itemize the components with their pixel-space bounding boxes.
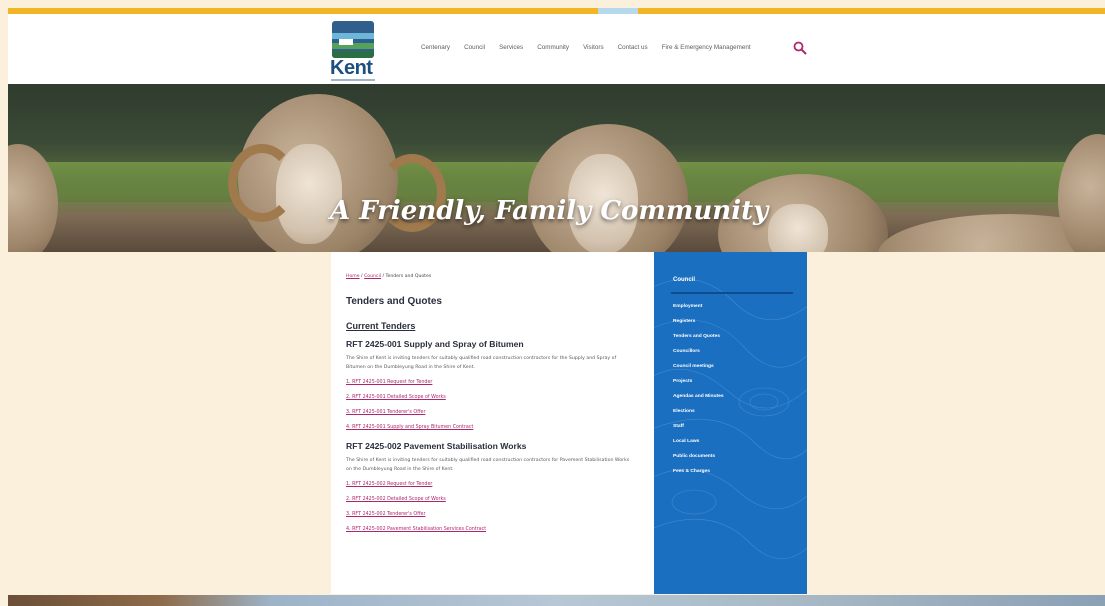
page-title: Tenders and Quotes — [346, 296, 442, 307]
sidebar-item-staff[interactable]: Staff — [673, 424, 684, 429]
breadcrumb-current: Tenders and Quotes — [385, 274, 432, 279]
tender-title-001: RFT 2425-001 Supply and Spray of Bitumen — [346, 339, 524, 349]
logo-wordmark: Kent — [330, 57, 373, 79]
nav-item-community[interactable]: Community — [537, 44, 569, 51]
tender-description-002: The Shire of Kent is inviting tenders fo… — [346, 458, 630, 472]
shire-of-kent-logo[interactable]: Kent — [330, 21, 390, 81]
tender-002-link-offer[interactable]: 3. RFT 2425-002 Tenderer's Offer — [346, 512, 425, 517]
hero-tagline: A Friendly, Family Community — [330, 196, 769, 226]
sidebar-item-registers[interactable]: Registers — [673, 319, 695, 324]
main-content: Home / Council / Tenders and Quotes Tend… — [331, 252, 654, 594]
breadcrumb-home[interactable]: Home — [346, 274, 360, 279]
sidebar-item-council-meetings[interactable]: Council meetings — [673, 364, 714, 369]
sheep-far-right — [1058, 134, 1105, 252]
sidebar-item-agendas-and-minutes[interactable]: Agendas and Minutes — [673, 394, 724, 399]
nav-item-fire-emergency[interactable]: Fire & Emergency Management — [662, 44, 751, 51]
footer-image-strip — [8, 595, 1105, 606]
sidebar-item-elections[interactable]: Elections — [673, 409, 695, 414]
hero-banner: A Friendly, Family Community — [8, 84, 1105, 252]
tender-002-link-scope[interactable]: 2. RFT 2425-002 Detailed Scope of Works — [346, 497, 446, 502]
sidebar-item-tenders-and-quotes[interactable]: Tenders and Quotes — [673, 334, 720, 339]
logo-house-icon — [339, 39, 353, 45]
breadcrumb: Home / Council / Tenders and Quotes — [346, 274, 431, 279]
sidebar-divider — [671, 292, 793, 294]
sidebar-item-councillors[interactable]: Councillors — [673, 349, 700, 354]
logo-emblem — [332, 21, 374, 58]
nav-item-council[interactable]: Council — [464, 44, 485, 51]
sidebar-heading: Council — [673, 277, 695, 283]
breadcrumb-separator: / — [382, 274, 385, 279]
logo-underline — [331, 79, 375, 81]
tender-001-link-offer[interactable]: 3. RFT 2425-001 Tenderer's Offer — [346, 410, 425, 415]
search-icon[interactable] — [793, 41, 807, 55]
tender-001-link-scope[interactable]: 2. RFT 2425-001 Detailed Scope of Works — [346, 395, 446, 400]
sidebar-item-projects[interactable]: Projects — [673, 379, 692, 384]
sidebar-item-public-documents[interactable]: Public documents — [673, 454, 715, 459]
sheep-1-horn — [228, 144, 296, 222]
site-header: Kent Centenary Council Services Communit… — [8, 14, 1105, 84]
sidebar-item-local-laws[interactable]: Local Laws — [673, 439, 699, 444]
nav-item-services[interactable]: Services — [499, 44, 523, 51]
sidebar-item-fees-and-charges[interactable]: Fees & Charges — [673, 469, 710, 474]
sidebar-item-employment[interactable]: Employment — [673, 304, 702, 309]
tender-title-002: RFT 2425-002 Pavement Stabilisation Work… — [346, 441, 527, 451]
council-sidebar: Council Employment Registers Tenders and… — [654, 252, 807, 594]
tender-001-link-request[interactable]: 1. RFT 2425-001 Request for Tender — [346, 380, 432, 385]
section-title-current-tenders: Current Tenders — [346, 321, 416, 331]
nav-item-visitors[interactable]: Visitors — [583, 44, 604, 51]
breadcrumb-separator: / — [361, 274, 363, 279]
sheep-left-body — [8, 144, 58, 252]
nav-item-centenary[interactable]: Centenary — [421, 44, 450, 51]
sheep-3-face — [768, 204, 828, 252]
nav-item-contact-us[interactable]: Contact us — [618, 44, 648, 51]
tender-001-link-contract[interactable]: 4. RFT 2425-001 Supply and Spray Bitumen… — [346, 425, 473, 430]
main-nav: Centenary Council Services Community Vis… — [421, 44, 751, 51]
tender-002-link-request[interactable]: 1. RFT 2425-002 Request for Tender — [346, 482, 432, 487]
tender-description-001: The Shire of Kent is inviting tenders fo… — [346, 356, 617, 370]
tender-002-link-contract[interactable]: 4. RFT 2425-002 Pavement Stabilisation S… — [346, 527, 486, 532]
breadcrumb-council[interactable]: Council — [364, 274, 381, 279]
